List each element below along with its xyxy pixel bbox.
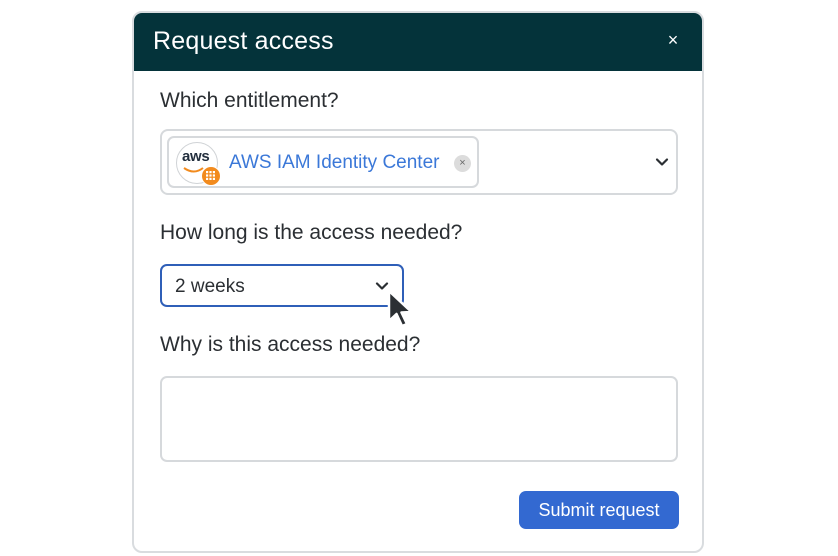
identity-center-badge-icon xyxy=(201,166,221,186)
chevron-down-icon[interactable] xyxy=(654,154,670,170)
entitlement-chip-label: AWS IAM Identity Center xyxy=(229,152,440,173)
entitlement-select[interactable]: aws AWS IAM Identity Center × xyxy=(160,129,678,195)
mouse-pointer-icon xyxy=(387,289,413,328)
duration-label: How long is the access needed? xyxy=(160,221,463,244)
remove-icon: × xyxy=(459,157,466,169)
aws-logo-text: aws xyxy=(182,148,210,165)
aws-logo-icon: aws xyxy=(176,142,221,186)
close-icon: × xyxy=(667,30,679,50)
duration-value: 2 weeks xyxy=(175,276,245,297)
duration-select[interactable]: 2 weeks xyxy=(160,264,404,307)
reason-label: Why is this access needed? xyxy=(160,333,421,356)
request-access-dialog: Request access × Which entitlement? aws xyxy=(132,11,704,553)
submit-request-button[interactable]: Submit request xyxy=(519,491,679,529)
close-button[interactable]: × xyxy=(662,29,684,51)
entitlement-chip: aws AWS IAM Identity Center × xyxy=(167,136,479,188)
reason-textarea[interactable] xyxy=(160,376,678,462)
entitlement-label: Which entitlement? xyxy=(160,89,339,112)
dialog-header: Request access × xyxy=(134,13,702,71)
dialog-title: Request access xyxy=(153,27,334,55)
chip-remove-button[interactable]: × xyxy=(454,155,471,172)
